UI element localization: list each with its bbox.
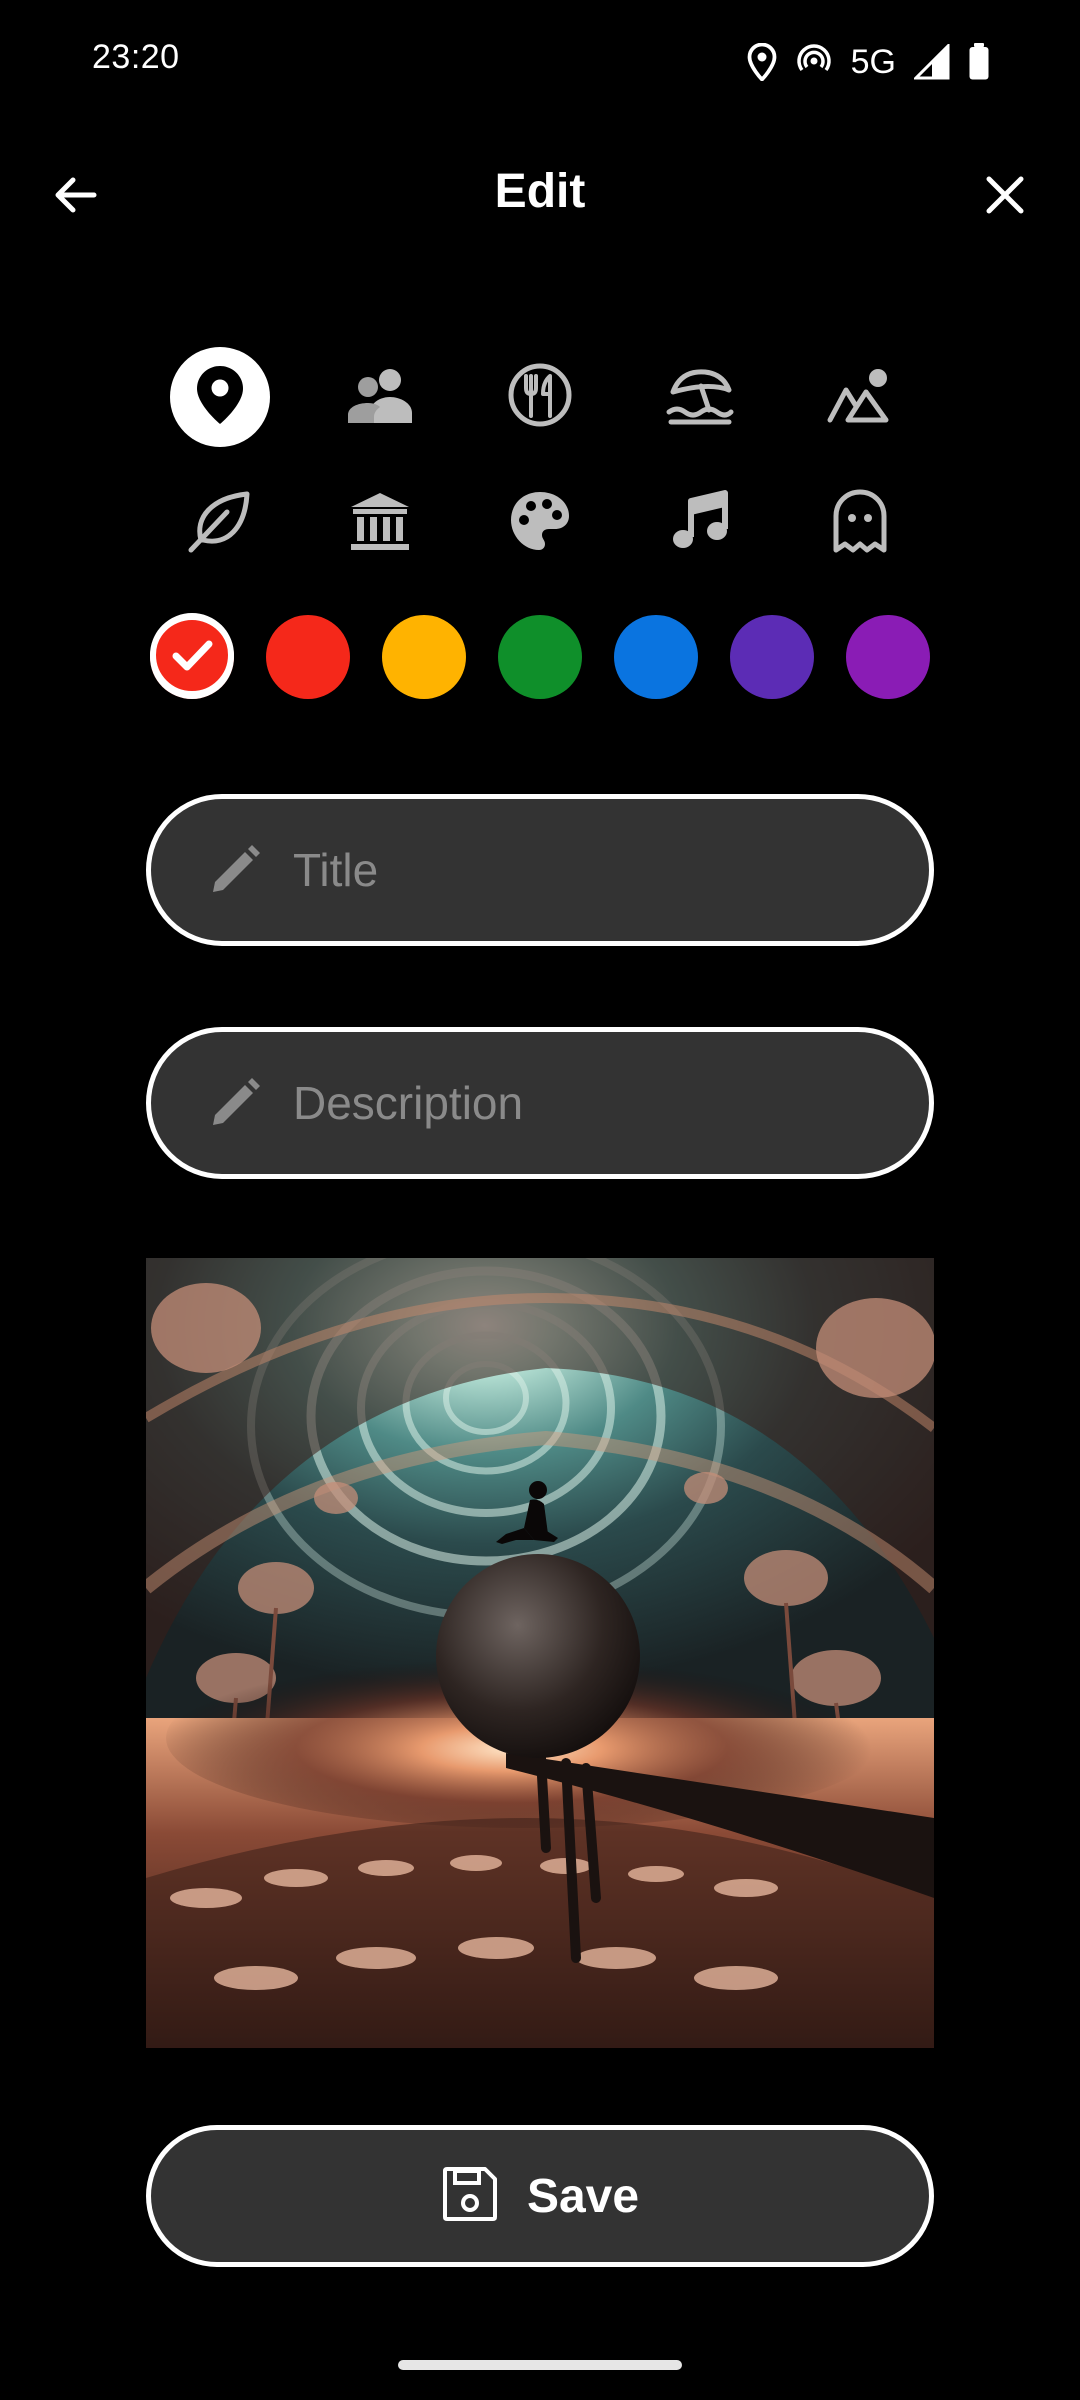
color-swatch-purple[interactable]	[846, 615, 930, 699]
pencil-icon	[207, 842, 263, 898]
close-button[interactable]	[970, 162, 1040, 232]
category-food[interactable]	[460, 347, 620, 447]
title-field[interactable]	[146, 794, 934, 946]
map-pin-icon	[195, 364, 245, 431]
category-park[interactable]	[140, 473, 300, 573]
category-picker	[140, 347, 940, 573]
category-people[interactable]	[300, 347, 460, 447]
checkmark-icon	[150, 612, 234, 702]
status-bar: 23:20 5G	[0, 0, 1080, 120]
description-field[interactable]	[146, 1027, 934, 1179]
leaf-icon	[187, 488, 253, 559]
color-swatch-selected[interactable]	[150, 612, 234, 702]
page-title: Edit	[494, 165, 586, 218]
status-icons: 5G	[747, 40, 990, 84]
location-icon	[747, 43, 777, 81]
network-type: 5G	[850, 42, 896, 81]
save-icon	[441, 2165, 499, 2228]
category-spooky[interactable]	[780, 473, 940, 573]
attached-photo[interactable]	[146, 1258, 934, 2048]
beach-umbrella-icon	[665, 364, 735, 431]
battery-icon	[968, 43, 990, 81]
title-input[interactable]	[293, 843, 929, 897]
status-time: 23:20	[92, 38, 180, 76]
gesture-navigation-bar[interactable]	[398, 2360, 682, 2370]
close-icon	[985, 175, 1025, 220]
hotspot-icon	[795, 44, 833, 80]
category-art[interactable]	[460, 473, 620, 573]
pencil-icon	[207, 1075, 263, 1131]
top-app-bar: Edit	[0, 150, 1080, 240]
color-picker	[150, 612, 930, 702]
category-beach[interactable]	[620, 347, 780, 447]
category-music[interactable]	[620, 473, 780, 573]
museum-icon	[347, 489, 413, 558]
color-swatch-amber[interactable]	[382, 615, 466, 699]
color-swatch-indigo[interactable]	[730, 615, 814, 699]
people-icon	[346, 365, 414, 430]
save-label: Save	[526, 2169, 640, 2223]
ghost-icon	[831, 488, 889, 559]
palette-icon	[507, 488, 573, 559]
color-swatch-green[interactable]	[498, 615, 582, 699]
signal-icon	[914, 44, 950, 80]
restaurant-icon	[507, 362, 573, 433]
category-nature[interactable]	[780, 347, 940, 447]
description-input[interactable]	[293, 1076, 929, 1130]
mountain-shapes-icon	[826, 364, 894, 431]
category-museum[interactable]	[300, 473, 460, 573]
save-button[interactable]: Save	[146, 2125, 934, 2267]
music-note-icon	[669, 489, 731, 558]
category-location[interactable]	[140, 347, 300, 447]
color-swatch-red[interactable]	[266, 615, 350, 699]
color-swatch-blue[interactable]	[614, 615, 698, 699]
